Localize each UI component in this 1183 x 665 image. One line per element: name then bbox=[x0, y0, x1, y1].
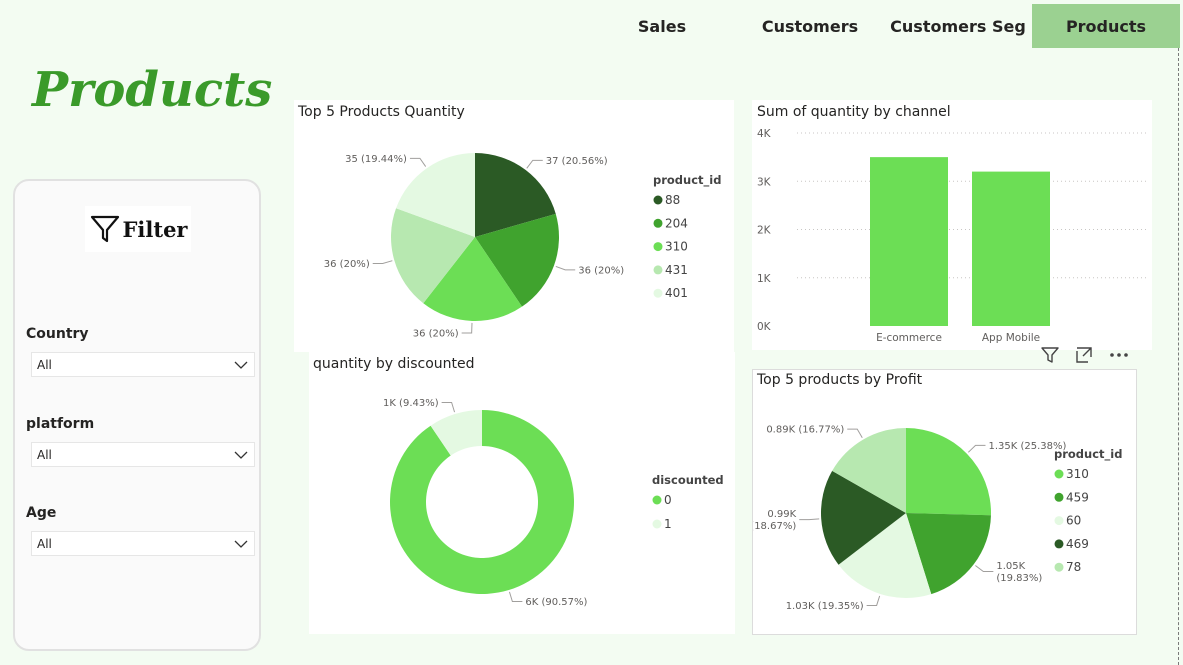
x-tick-label: E-commerce bbox=[876, 332, 942, 344]
visual-header bbox=[1040, 344, 1140, 366]
leader-line bbox=[409, 157, 427, 167]
more-options-icon[interactable] bbox=[1108, 345, 1130, 365]
filter-header: Filter bbox=[85, 206, 191, 252]
slicer-label-country: Country bbox=[26, 326, 89, 342]
legend-item-0[interactable]: 0 bbox=[664, 493, 672, 507]
legend-item-431[interactable]: 431 bbox=[665, 263, 688, 277]
page-navigation: Sales Customers Customers Seg Products bbox=[588, 4, 1180, 48]
bar-E-commerce[interactable] bbox=[870, 157, 948, 326]
filter-title: Filter bbox=[122, 216, 188, 242]
pie-chart-profit: 1.35K (25.38%)1.05K(19.83%)1.03K (19.35%… bbox=[753, 425, 1122, 612]
data-label: 0.89K (16.77%) bbox=[766, 425, 844, 436]
x-tick-label: App Mobile bbox=[982, 332, 1040, 344]
data-label: 36 (20%) bbox=[413, 328, 459, 339]
leader-line bbox=[967, 444, 986, 453]
data-label: 0.99K bbox=[767, 509, 796, 520]
data-label: 1K (9.43%) bbox=[383, 398, 439, 409]
legend-title: product_id bbox=[1054, 447, 1122, 462]
data-label: 1.05K bbox=[996, 561, 1025, 572]
focus-mode-icon[interactable] bbox=[1074, 345, 1094, 365]
data-label: 35 (19.44%) bbox=[345, 154, 407, 165]
leader-line bbox=[441, 402, 456, 413]
y-tick-label: 1K bbox=[757, 273, 772, 285]
country-dropdown[interactable]: All bbox=[31, 352, 255, 377]
legend-marker bbox=[1054, 469, 1064, 479]
filter-icon[interactable] bbox=[1040, 345, 1060, 365]
pie-chart-quantity: 37 (20.56%) 36 (20%) 36 (20%) 36 (20%) 35 (1… bbox=[324, 153, 721, 339]
chart-quantity-by-discounted[interactable]: quantity by discounted 6K (90.57%) 1K (9.… bbox=[309, 352, 735, 634]
chart-quantity-by-channel[interactable]: Sum of quantity by channel 0K 1K 2K 3K 4K E-c… bbox=[752, 100, 1152, 350]
legend-item-469[interactable]: 469 bbox=[1066, 537, 1089, 551]
leader-line bbox=[799, 518, 820, 521]
leader-line bbox=[847, 428, 863, 439]
legend-marker bbox=[653, 195, 663, 205]
slicer-label-platform: platform bbox=[26, 416, 95, 432]
age-dropdown[interactable]: All bbox=[31, 531, 255, 556]
chart-top5-profit[interactable]: Top 5 products by Profit 1.35K (25.38%) 1… bbox=[752, 369, 1137, 635]
leader-line bbox=[508, 591, 523, 602]
y-tick-label: 4K bbox=[757, 128, 772, 140]
chevron-down-icon bbox=[234, 451, 248, 459]
y-tick-label: 3K bbox=[757, 176, 772, 188]
pie-slice-310[interactable] bbox=[906, 428, 991, 516]
data-label: 37 (20.56%) bbox=[546, 156, 608, 167]
leader-line bbox=[975, 565, 994, 573]
legend-marker bbox=[652, 495, 662, 505]
legend-title: product_id bbox=[653, 173, 721, 188]
leader-line bbox=[461, 322, 473, 334]
slicer-label-age: Age bbox=[26, 505, 57, 521]
tab-products[interactable]: Products bbox=[1032, 4, 1180, 48]
bar-chart-channel: 0K 1K 2K 3K 4K E-commerce App Mobile bbox=[757, 128, 1147, 344]
y-tick-label: 0K bbox=[757, 321, 772, 333]
legend-item-78[interactable]: 78 bbox=[1066, 560, 1081, 574]
legend-title: discounted bbox=[652, 473, 724, 487]
legend-marker bbox=[1054, 516, 1064, 526]
legend-item-88[interactable]: 88 bbox=[665, 193, 680, 207]
data-label: 6K (90.57%) bbox=[525, 597, 587, 608]
chevron-down-icon bbox=[234, 540, 248, 548]
page-divider bbox=[1178, 48, 1179, 665]
funnel-icon bbox=[90, 215, 119, 243]
leader-line bbox=[555, 265, 576, 271]
legend-item-310[interactable]: 310 bbox=[1066, 467, 1089, 481]
legend-marker bbox=[653, 242, 663, 252]
legend-item-459[interactable]: 459 bbox=[1066, 490, 1089, 504]
legend-marker bbox=[653, 218, 663, 228]
data-label: 36 (20%) bbox=[324, 259, 370, 270]
chevron-down-icon bbox=[234, 361, 248, 369]
donut-chart-discounted: 6K (90.57%) 1K (9.43%) discounted 0 1 bbox=[383, 398, 724, 608]
legend-item-60[interactable]: 60 bbox=[1066, 514, 1081, 528]
legend-marker bbox=[1054, 562, 1064, 572]
age-value: All bbox=[37, 536, 52, 551]
data-label: (18.67%) bbox=[753, 521, 796, 532]
y-tick-label: 2K bbox=[757, 225, 772, 237]
data-label: 1.03K (19.35%) bbox=[786, 601, 864, 612]
legend-marker bbox=[1054, 539, 1064, 549]
legend-marker bbox=[1054, 492, 1064, 502]
data-label: (19.83%) bbox=[996, 573, 1042, 584]
legend-marker bbox=[653, 288, 663, 298]
legend-item-204[interactable]: 204 bbox=[665, 216, 688, 230]
legend-marker bbox=[653, 265, 663, 275]
chart-top5-quantity[interactable]: Top 5 Products Quantity 37 (20.56%) 36 (2… bbox=[294, 100, 734, 352]
platform-value: All bbox=[37, 447, 52, 462]
tab-customers[interactable]: Customers bbox=[736, 4, 884, 48]
legend-item-310[interactable]: 310 bbox=[665, 240, 688, 254]
filter-panel: Filter Country All platform All Age All bbox=[13, 179, 261, 651]
tab-customers-seg[interactable]: Customers Seg bbox=[884, 4, 1032, 48]
legend-marker bbox=[652, 519, 662, 529]
bar-App Mobile[interactable] bbox=[972, 171, 1050, 326]
leader-line bbox=[526, 159, 543, 169]
leader-line bbox=[866, 595, 881, 606]
legend-item-1[interactable]: 1 bbox=[664, 517, 672, 531]
platform-dropdown[interactable]: All bbox=[31, 442, 255, 467]
data-label: 36 (20%) bbox=[578, 265, 624, 276]
country-value: All bbox=[37, 357, 52, 372]
legend-item-401[interactable]: 401 bbox=[665, 286, 688, 300]
page-title: Products bbox=[32, 62, 273, 118]
tab-sales[interactable]: Sales bbox=[588, 4, 736, 48]
leader-line bbox=[372, 260, 393, 264]
